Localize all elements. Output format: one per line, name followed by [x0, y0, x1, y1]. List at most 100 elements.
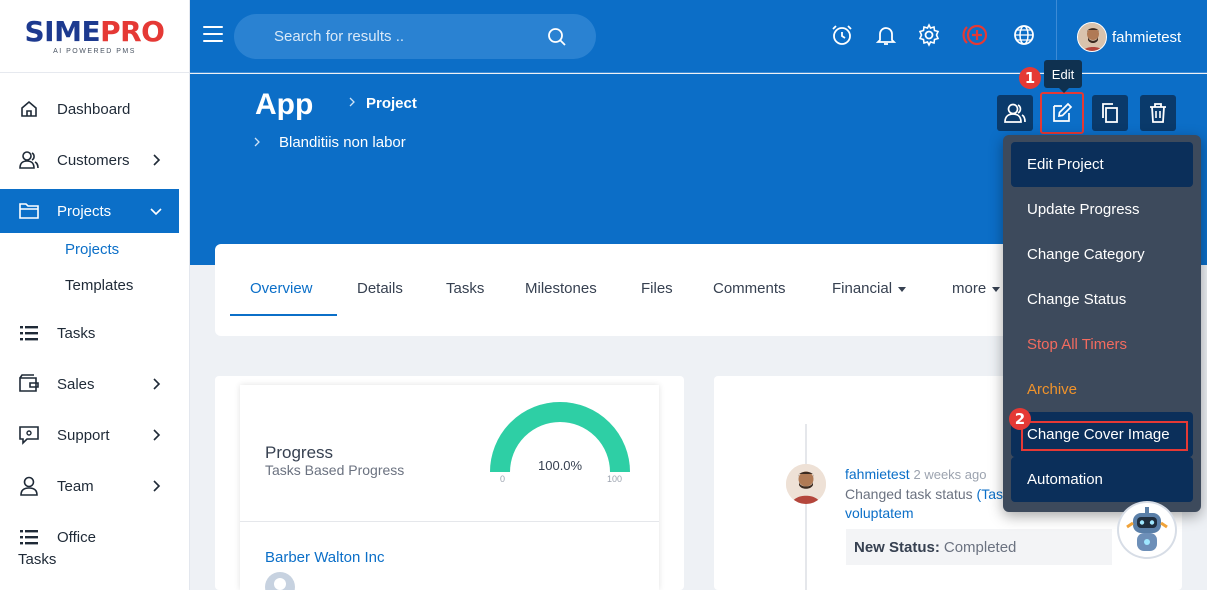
menu-item-change-category[interactable]: Change Category — [1011, 232, 1193, 277]
sidebar-item-projects[interactable]: Projects — [0, 189, 179, 233]
activity-entry: fahmietest 2 weeks ago — [845, 466, 986, 482]
sidebar-item-label: Office — [57, 528, 96, 546]
support-icon — [18, 424, 40, 446]
breadcrumb-project[interactable]: Project — [366, 95, 417, 112]
tabs-bar: Overview Details Tasks Milestones Files … — [215, 244, 1015, 336]
globe-icon[interactable] — [1012, 23, 1036, 47]
logo-tagline: AI POWERED PMS — [53, 47, 136, 55]
sidebar: SIMEPRO AI POWERED PMS Dashboard Custome… — [0, 0, 190, 590]
sidebar-item-sales[interactable]: Sales — [0, 362, 179, 406]
tab-files[interactable]: Files — [641, 280, 673, 297]
chevron-right-icon — [153, 378, 161, 390]
edit-dropdown-menu: Edit Project Update Progress Change Cate… — [1003, 135, 1201, 512]
gear-icon[interactable] — [917, 23, 941, 47]
menu-item-update-progress[interactable]: Update Progress — [1011, 187, 1193, 232]
sidebar-item-label: Projects — [57, 202, 112, 220]
user-menu[interactable]: fahmietest — [1077, 22, 1181, 52]
sidebar-item-customers[interactable]: Customers — [0, 138, 179, 182]
gauge-max-label: 100 — [607, 474, 623, 484]
tab-more-label: more — [952, 280, 987, 297]
logo-wordmark: SIMEPRO — [24, 14, 165, 48]
edit-tooltip: Edit — [1044, 60, 1082, 93]
sidebar-item-label: Customers — [57, 151, 130, 169]
chevron-right-icon — [153, 429, 161, 441]
sidebar-item-team[interactable]: Team — [0, 464, 179, 508]
gauge-min-label: 0 — [500, 474, 506, 484]
status-label: New Status: — [854, 538, 940, 556]
assign-members-button[interactable] — [997, 95, 1033, 131]
step-marker-2: 2 — [1009, 408, 1031, 430]
tab-financial[interactable]: Financial — [832, 280, 907, 297]
highlight-box — [1021, 421, 1188, 451]
menu-item-archive[interactable]: Archive — [1011, 367, 1193, 412]
chatbot-button[interactable] — [1117, 501, 1177, 559]
tab-comments[interactable]: Comments — [713, 280, 786, 297]
activity-timeline — [805, 424, 807, 590]
robot-icon — [1126, 507, 1168, 551]
sidebar-item-support[interactable]: Support — [0, 413, 179, 457]
activity-avatar — [786, 464, 826, 504]
tab-financial-label: Financial — [832, 280, 893, 297]
caret-down-icon — [898, 286, 907, 292]
sidebar-item-label: Sales — [57, 375, 95, 393]
username: fahmietest — [1112, 28, 1182, 46]
status-box: New Status: Completed — [846, 529, 1112, 565]
caret-down-icon — [992, 286, 1001, 292]
active-tab-indicator — [230, 314, 337, 316]
breadcrumb-separator-icon — [254, 137, 260, 147]
sidebar-item-dashboard[interactable]: Dashboard — [0, 87, 179, 131]
customer-link[interactable]: Barber Walton Inc — [265, 549, 385, 566]
search-icon[interactable] — [546, 26, 568, 48]
edit-button[interactable] — [1040, 92, 1084, 134]
sidebar-subitem-templates[interactable]: Templates — [65, 277, 133, 294]
menu-toggle-icon[interactable] — [203, 26, 223, 44]
chevron-down-icon — [150, 208, 162, 216]
sidebar-item-label: Dashboard — [57, 100, 131, 118]
user-icon — [18, 475, 40, 497]
sidebar-item-tasks[interactable]: Tasks — [0, 311, 179, 355]
tab-details[interactable]: Details — [357, 280, 403, 297]
activity-text: Changed task status (Tas — [845, 486, 1005, 502]
progress-value: 100.0% — [538, 458, 583, 473]
activity-description: Changed task status — [845, 486, 973, 502]
tab-overview[interactable]: Overview — [250, 280, 313, 297]
search-box — [234, 14, 596, 59]
folder-icon — [18, 200, 40, 222]
list-icon — [18, 322, 40, 344]
breadcrumb-project-name: Blanditiis non labor — [279, 134, 406, 151]
menu-item-edit-project[interactable]: Edit Project — [1011, 142, 1193, 187]
logo[interactable]: SIMEPRO AI POWERED PMS — [0, 0, 189, 73]
page-title: App — [255, 88, 314, 121]
users-icon — [18, 149, 40, 171]
trash-icon — [1150, 103, 1166, 123]
tab-milestones[interactable]: Milestones — [525, 280, 597, 297]
progress-subtitle: Tasks Based Progress — [265, 462, 405, 478]
copy-button[interactable] — [1092, 95, 1128, 131]
activity-task-link[interactable]: (Tas — [977, 486, 1003, 502]
sidebar-subitem-projects[interactable]: Projects — [65, 241, 119, 258]
breadcrumb-separator-icon — [349, 97, 355, 107]
card-divider — [240, 521, 659, 522]
menu-item-stop-all-timers[interactable]: Stop All Timers — [1011, 322, 1193, 367]
menu-item-change-status[interactable]: Change Status — [1011, 277, 1193, 322]
search-input[interactable] — [274, 14, 534, 59]
step-marker-1: 1 — [1019, 67, 1041, 89]
tab-more[interactable]: more — [952, 280, 1001, 297]
menu-item-automation[interactable]: Automation — [1011, 457, 1193, 502]
chevron-right-icon — [153, 154, 161, 166]
activity-user-link[interactable]: fahmietest — [845, 466, 910, 482]
tab-tasks[interactable]: Tasks — [446, 280, 484, 297]
sidebar-item-label-line2: Tasks — [18, 551, 57, 568]
home-icon — [18, 98, 40, 120]
edit-icon — [1053, 102, 1073, 122]
activity-time: 2 weeks ago — [913, 467, 987, 482]
chevron-right-icon — [153, 480, 161, 492]
delete-button[interactable] — [1140, 95, 1176, 131]
list-icon — [18, 526, 40, 548]
progress-title: Progress — [265, 443, 334, 462]
alarm-clock-icon[interactable] — [830, 23, 854, 47]
bell-icon[interactable] — [874, 23, 898, 47]
sidebar-item-label: Support — [57, 426, 110, 444]
activity-task-link-line2[interactable]: voluptatem — [845, 505, 913, 521]
add-circle-icon[interactable] — [961, 21, 991, 49]
